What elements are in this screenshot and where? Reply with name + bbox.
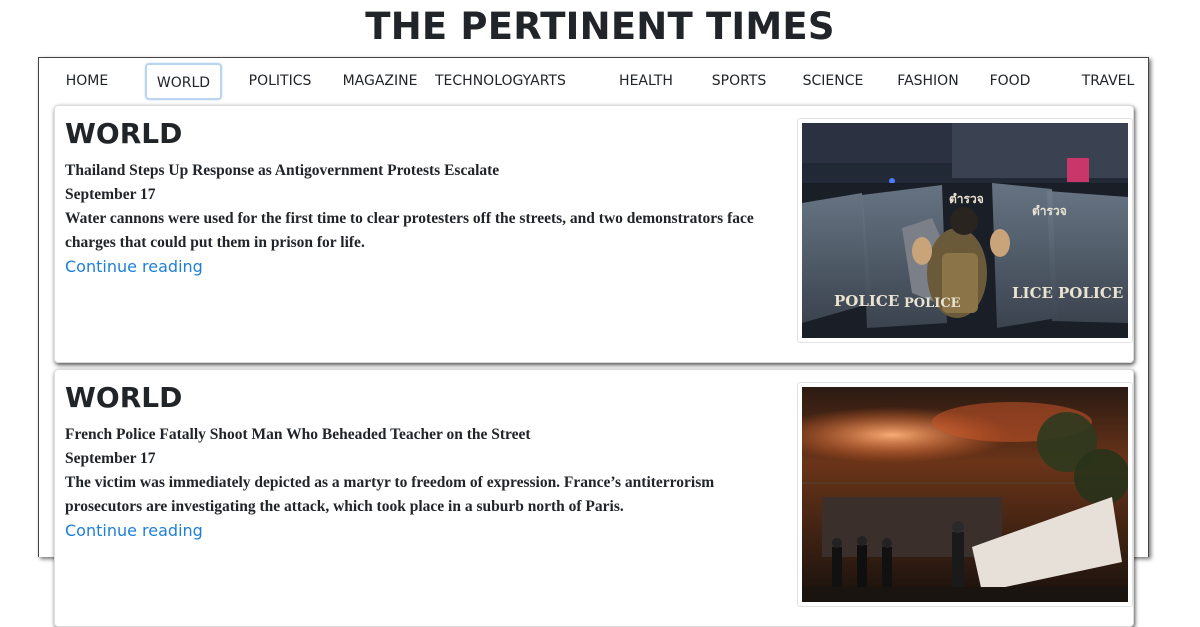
article-date: September 17: [65, 450, 156, 467]
article-card: WORLD Thailand Steps Up Response as Anti…: [54, 105, 1134, 363]
main-nav: HOME WORLD POLITICS MAGAZINE TECHNOLOGY …: [39, 58, 1149, 104]
nav-item-home[interactable]: HOME: [59, 63, 115, 100]
article-card: WORLD French Police Fatally Shoot Man Wh…: [54, 369, 1134, 627]
article-summary: The victim was immediately depicted as a…: [65, 474, 715, 515]
article-image-frame: POLICE POLICE LICE POLICE ตำรวจ ตำรวจ: [797, 118, 1133, 343]
shield-label: POLICE: [1058, 284, 1123, 302]
nav-item-sports[interactable]: SPORTS: [709, 63, 769, 100]
article-image-crime-scene: [802, 387, 1128, 602]
shield-label: POLICE: [904, 296, 961, 311]
shield-label: POLICE: [834, 292, 899, 310]
nav-item-politics[interactable]: POLITICS: [244, 63, 316, 100]
continue-reading-link[interactable]: Continue reading: [65, 520, 203, 542]
shield-label: ตำรวจ: [1032, 204, 1067, 218]
nav-item-world[interactable]: WORLD: [145, 63, 222, 100]
continue-reading-link[interactable]: Continue reading: [65, 256, 203, 278]
article-image-frame: [797, 382, 1133, 607]
shield-label: LICE: [1012, 284, 1053, 302]
nav-item-science[interactable]: SCIENCE: [801, 63, 865, 100]
shield-label: ตำรวจ: [949, 192, 984, 206]
nav-item-technology[interactable]: TECHNOLOGY: [435, 63, 531, 100]
site-title: THE PERTINENT TIMES: [365, 5, 835, 48]
nav-item-fashion[interactable]: FASHION: [894, 63, 962, 100]
nav-item-travel[interactable]: TRAVEL: [1079, 63, 1137, 100]
article-headline: Thailand Steps Up Response as Antigovern…: [65, 162, 500, 179]
article-section: WORLD: [65, 117, 183, 150]
content-frame: HOME WORLD POLITICS MAGAZINE TECHNOLOGY …: [38, 57, 1149, 627]
article-section: WORLD: [65, 381, 183, 414]
nav-item-magazine[interactable]: MAGAZINE: [339, 63, 421, 100]
nav-item-arts[interactable]: ARTS: [529, 63, 567, 100]
article-headline: French Police Fatally Shoot Man Who Behe…: [65, 426, 531, 443]
article-image-protest: POLICE POLICE LICE POLICE ตำรวจ ตำรวจ: [802, 123, 1128, 338]
nav-item-food[interactable]: FOOD: [987, 63, 1033, 100]
article-summary: Water cannons were used for the first ti…: [65, 210, 754, 251]
article-date: September 17: [65, 186, 156, 203]
nav-item-health[interactable]: HEALTH: [617, 63, 675, 100]
